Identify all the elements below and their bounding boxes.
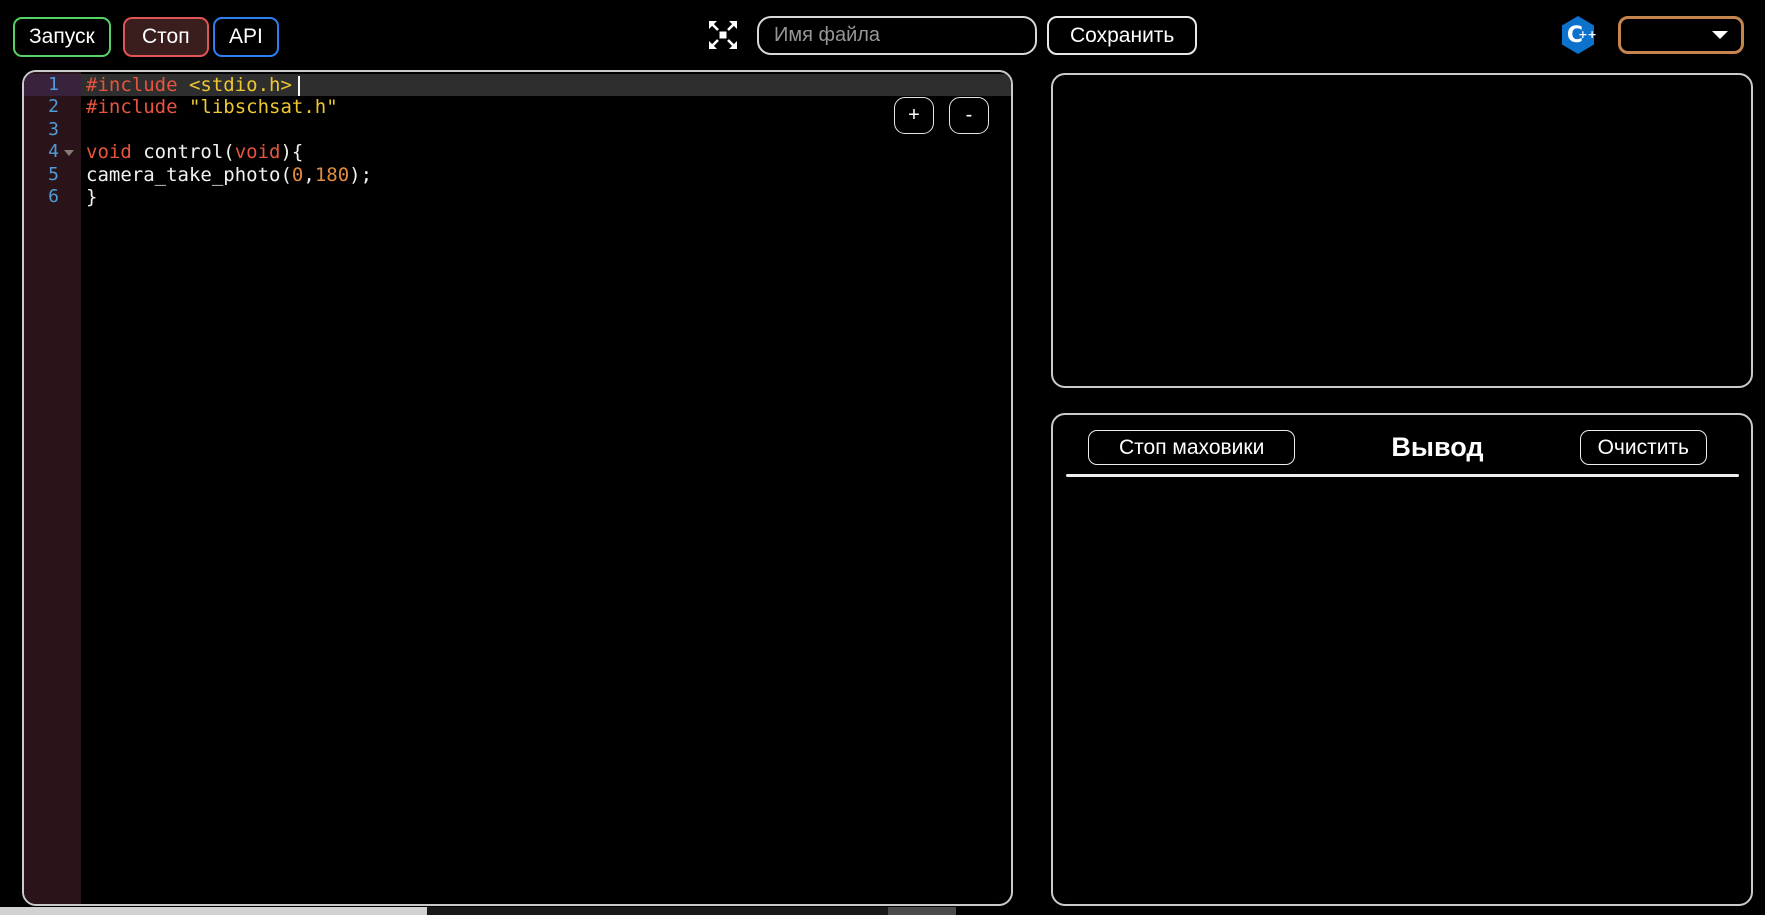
- code-token: "libschsat.h": [189, 96, 338, 118]
- output-panel: Стоп маховики Вывод Очистить: [1051, 413, 1753, 906]
- font-size-decrease-button[interactable]: -: [949, 97, 989, 134]
- code-line-text[interactable]: #include <stdio.h>: [81, 74, 1011, 96]
- code-token: 180: [315, 164, 349, 186]
- language-select[interactable]: [1618, 16, 1744, 54]
- fold-toggle-icon[interactable]: [64, 150, 74, 156]
- api-button[interactable]: API: [213, 17, 279, 57]
- line-number: 3: [24, 119, 81, 141]
- code-token: ){: [280, 141, 303, 163]
- line-number: 2: [24, 96, 81, 118]
- code-token: }: [86, 186, 97, 208]
- code-line-text[interactable]: [81, 119, 1011, 141]
- chevron-down-icon: [1712, 31, 1728, 39]
- code-line-text[interactable]: camera_take_photo(0,180);: [81, 164, 1011, 186]
- code-line-text[interactable]: #include "libschsat.h": [81, 96, 1011, 118]
- code-line[interactable]: 1#include <stdio.h>: [24, 74, 1011, 96]
- code-line[interactable]: 4void control(void){: [24, 141, 1011, 163]
- code-token: void: [235, 141, 281, 163]
- run-button[interactable]: Запуск: [13, 17, 111, 57]
- filename-input[interactable]: [757, 16, 1037, 55]
- stop-flywheels-button[interactable]: Стоп маховики: [1088, 430, 1295, 465]
- line-number: 6: [24, 186, 81, 208]
- code-token: control(: [132, 141, 235, 163]
- line-number: 1: [24, 74, 81, 96]
- horizontal-scrollbar-thumb[interactable]: [0, 907, 427, 915]
- code-token: #include: [86, 74, 189, 96]
- code-line[interactable]: 5camera_take_photo(0,180);: [24, 164, 1011, 186]
- cpp-language-icon: C ++: [1560, 15, 1596, 55]
- code-token: camera_take_photo(: [86, 164, 292, 186]
- code-token: #include: [86, 96, 189, 118]
- output-header: Стоп маховики Вывод Очистить: [1088, 430, 1707, 465]
- code-token: <stdio.h>: [189, 74, 292, 96]
- camera-preview-panel: [1051, 73, 1753, 388]
- output-divider: [1066, 474, 1739, 477]
- code-token: void: [86, 141, 132, 163]
- code-line[interactable]: 6}: [24, 186, 1011, 208]
- code-line[interactable]: 3: [24, 119, 1011, 141]
- code-lines: 1#include <stdio.h>2#include "libschsat.…: [24, 74, 1011, 208]
- code-token: 0: [292, 164, 303, 186]
- save-button[interactable]: Сохранить: [1047, 16, 1197, 55]
- clear-output-button[interactable]: Очистить: [1580, 430, 1707, 465]
- fullscreen-expand-icon[interactable]: [706, 18, 740, 52]
- output-title: Вывод: [1295, 432, 1579, 463]
- line-number: 5: [24, 164, 81, 186]
- text-cursor: [298, 76, 301, 96]
- code-line-text[interactable]: }: [81, 186, 1011, 208]
- stop-button[interactable]: Стоп: [123, 17, 209, 57]
- horizontal-scrollbar-segment: [888, 907, 956, 915]
- code-line[interactable]: 2#include "libschsat.h": [24, 96, 1011, 118]
- code-token: ,: [303, 164, 314, 186]
- line-number: 4: [24, 141, 81, 163]
- code-line-text[interactable]: void control(void){: [81, 141, 1011, 163]
- font-size-increase-button[interactable]: +: [894, 97, 934, 134]
- code-editor[interactable]: 1#include <stdio.h>2#include "libschsat.…: [22, 70, 1013, 906]
- svg-text:++: ++: [1578, 28, 1596, 41]
- code-token: );: [349, 164, 372, 186]
